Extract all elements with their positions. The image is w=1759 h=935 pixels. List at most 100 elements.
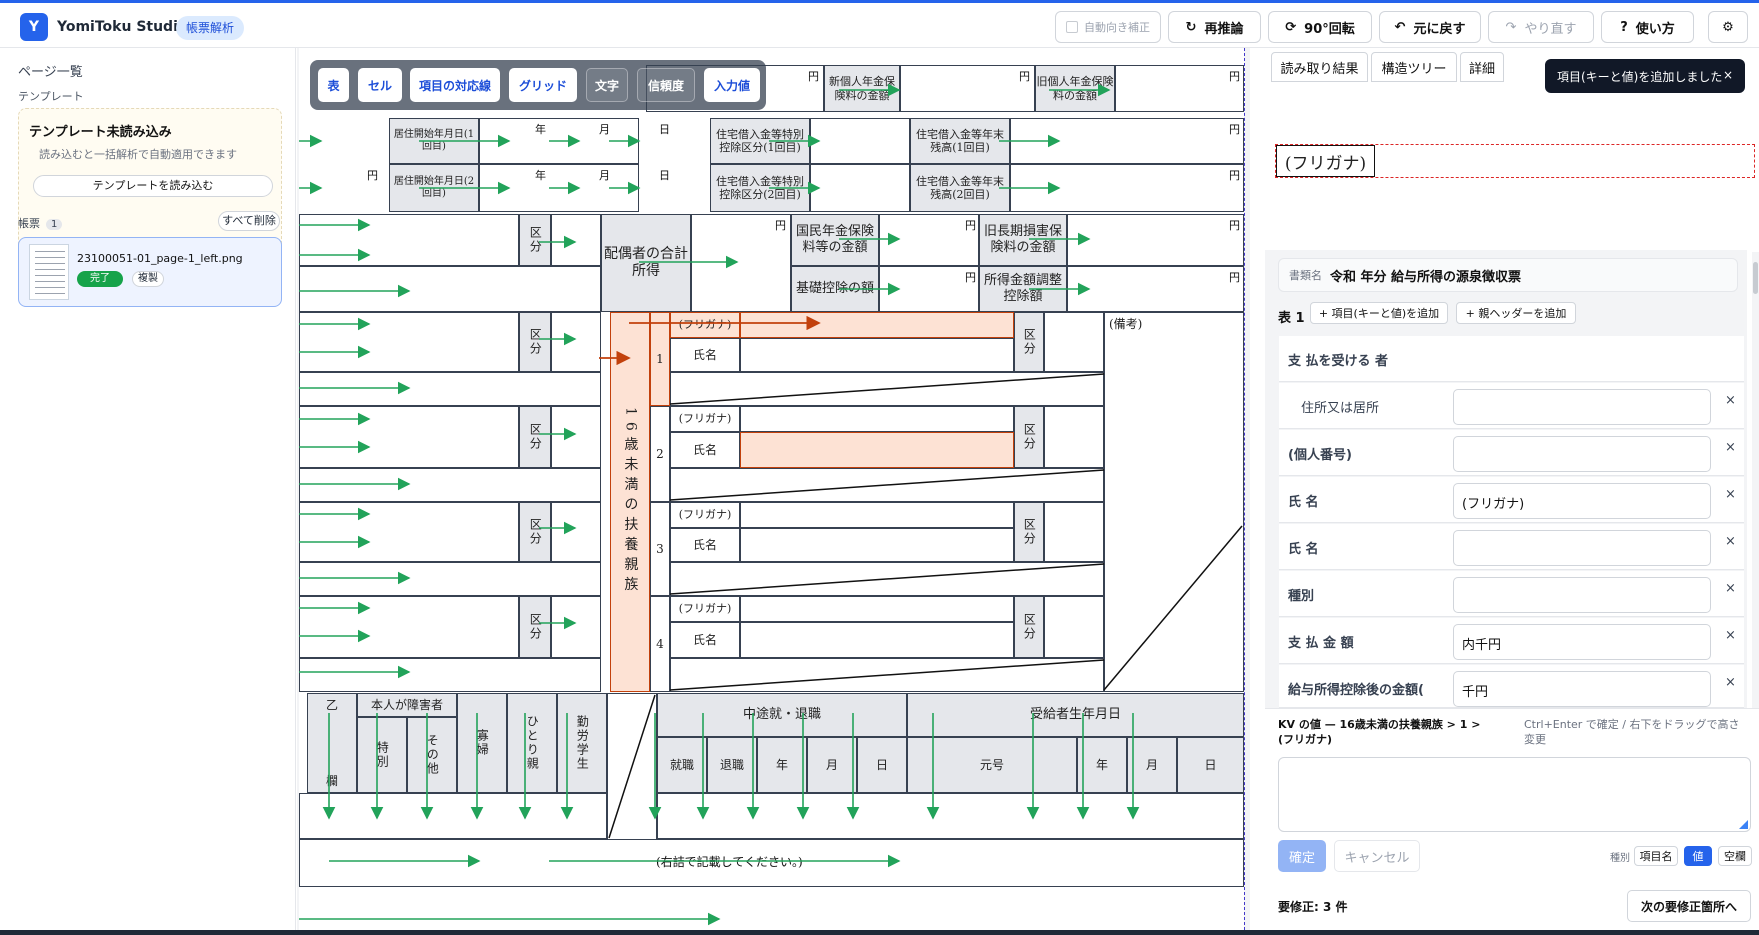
add-parent-header-button[interactable]: + 親ヘッダーを追加 [1456, 302, 1576, 324]
rotate-button[interactable]: ⟳ 90°回転 [1268, 11, 1372, 43]
delete-icon[interactable]: × [1725, 675, 1736, 690]
kv-row-header[interactable]: 支 払を受ける 者 [1279, 336, 1744, 382]
doc-cell [1044, 406, 1104, 468]
unit-label: 日 [659, 123, 670, 136]
reinfer-button[interactable]: ↻ 再推論 [1168, 11, 1261, 43]
settings-button[interactable]: ⚙ [1708, 11, 1748, 43]
split-divider[interactable] [1244, 48, 1245, 930]
delete-icon[interactable]: × [1725, 393, 1736, 408]
help-icon: ? [1620, 19, 1628, 35]
kv-value-input[interactable] [1453, 577, 1711, 613]
doc-cell [551, 502, 601, 562]
confirm-button[interactable]: 確定 [1278, 840, 1326, 872]
kv-value-input[interactable] [1453, 389, 1711, 425]
document-card[interactable]: 23100051-01_page-1_left.png 完了 複製 [18, 237, 282, 307]
tab-details[interactable]: 詳細 [1460, 52, 1504, 82]
add-kv-button[interactable]: + 項目(キーと値)を追加 [1310, 302, 1448, 324]
kv-label: 氏 名 [1288, 495, 1319, 510]
scrollbar-thumb[interactable] [1753, 262, 1758, 294]
toggle-grid[interactable]: グリッド [509, 68, 577, 102]
toggle-cell[interactable]: セル [358, 68, 402, 102]
doc-name-key: 書類名 [1289, 269, 1322, 282]
help-button[interactable]: ? 使い方 [1601, 11, 1694, 43]
next-fix-button[interactable]: 次の要修正箇所へ [1627, 890, 1751, 922]
kind-key-button[interactable]: 項目名 [1634, 846, 1678, 866]
redo-button[interactable]: ↷ やり直す [1488, 11, 1594, 43]
duplicate-button[interactable]: 複製 [132, 271, 164, 287]
auto-orient-toggle[interactable]: 自動向き補正 [1055, 11, 1161, 43]
unit-label: 円 [965, 271, 976, 284]
kv-value-input[interactable]: 内千円 [1453, 624, 1711, 660]
undo-button[interactable]: ↶ 元に戻す [1379, 11, 1481, 43]
kv-row[interactable]: 種別 × [1279, 571, 1744, 617]
doc-cell [810, 118, 910, 164]
kv-row[interactable]: 支 払 金 額 内千円 × [1279, 618, 1744, 664]
delete-icon[interactable]: × [1725, 487, 1736, 502]
doc-cell [1010, 164, 1244, 212]
kv-value-textarea[interactable] [1278, 757, 1751, 832]
form-scrollbar[interactable] [1752, 252, 1759, 708]
unit-label: 円 [1019, 70, 1030, 83]
kv-value-input[interactable]: (フリガナ) [1453, 483, 1711, 519]
dependents-label-cell: 16歳未満の扶養親族 [610, 312, 650, 692]
doc-cell [299, 372, 601, 406]
delete-icon[interactable]: × [1725, 534, 1736, 549]
doc-cell: 区分 [519, 214, 551, 266]
app-name: YomiToku Studio [57, 19, 188, 35]
doc-cell [299, 312, 519, 372]
doc-name-value[interactable]: 令和 年分 給与所得の源泉徴収票 [1330, 266, 1521, 285]
kv-row[interactable]: (個人番号) × [1279, 430, 1744, 476]
kv-label: 氏 名 [1288, 542, 1319, 557]
doc-cell: 区分 [1014, 502, 1044, 562]
delete-icon[interactable]: × [1725, 628, 1736, 643]
unit-label: 円 [965, 219, 976, 232]
tab-structure-tree[interactable]: 構造ツリー [1371, 52, 1457, 82]
toggle-table[interactable]: 表 [318, 68, 349, 102]
resize-handle-icon[interactable] [1739, 820, 1748, 829]
toggle-input-value[interactable]: 入力値 [704, 68, 760, 102]
unit-label: 円 [1229, 271, 1240, 284]
doc-cell: 乙欄 [307, 693, 357, 793]
tab-results[interactable]: 読み取り結果 [1271, 52, 1368, 82]
doc-cell: 旧個人年金保険料の金額 [1035, 65, 1115, 112]
doc-cell [1044, 502, 1104, 562]
doc-cell: 月 [807, 737, 857, 793]
kv-row[interactable]: 住所又は居所 × [1279, 383, 1744, 429]
app-logo: Y [20, 13, 48, 41]
mode-badge[interactable]: 帳票解析 [176, 16, 245, 40]
kv-value-input[interactable] [1453, 530, 1711, 566]
doc-cell: 住宅借入金等特別控除区分(2回目) [710, 164, 810, 212]
doc-cell: 住宅借入金等年末残高(2回目) [910, 164, 1010, 212]
kv-value-input[interactable]: 千円 [1453, 671, 1711, 707]
toggle-confidence[interactable]: 信頼度 [637, 68, 695, 102]
clear-all-button[interactable]: すべて削除 [218, 211, 280, 231]
doc-cell [1067, 214, 1244, 266]
kv-editor-title: KV の値 — 16歳未満の扶養親族 > 1 > (フリガナ) [1278, 718, 1481, 746]
kv-value-input[interactable] [1453, 436, 1711, 472]
kind-value-button[interactable]: 値 [1684, 846, 1712, 866]
kind-empty-button[interactable]: 空欄 [1718, 846, 1752, 866]
doc-cell [670, 562, 1104, 596]
doc-cell [740, 596, 1014, 622]
doc-cell [551, 596, 601, 658]
load-template-button[interactable]: テンプレートを読み込む [33, 175, 273, 197]
unit-label: 日 [659, 169, 670, 182]
document-canvas[interactable]: 新個人年金保険料の金額 旧個人年金保険料の金額 居住開始年月日(1回目) 住宅借… [297, 48, 1250, 930]
doc-cell: 区分 [519, 312, 551, 372]
checkbox-icon[interactable] [1066, 21, 1078, 33]
kv-row[interactable]: 氏 名 × [1279, 524, 1744, 570]
doc-cell [299, 596, 519, 658]
template-section-label: テンプレート [18, 90, 84, 103]
cancel-button[interactable]: キャンセル [1334, 840, 1420, 872]
doc-cell: 居住開始年月日(2回目) [389, 164, 479, 212]
doc-cell: 寡婦 [457, 693, 507, 793]
kv-row[interactable]: 給与所得控除後の金額( 千円 × [1279, 665, 1744, 708]
delete-icon[interactable]: × [1725, 440, 1736, 455]
close-icon[interactable]: × [1723, 68, 1733, 82]
delete-icon[interactable]: × [1725, 581, 1736, 596]
toggle-text[interactable]: 文字 [586, 68, 628, 102]
toggle-correspondence[interactable]: 項目の対応線 [410, 68, 500, 102]
kv-row[interactable]: 氏 名 (フリガナ) × [1279, 477, 1744, 523]
document-name-box: 書類名 令和 年分 給与所得の源泉徴収票 [1278, 258, 1738, 292]
selected-value-cell[interactable] [740, 312, 1014, 338]
